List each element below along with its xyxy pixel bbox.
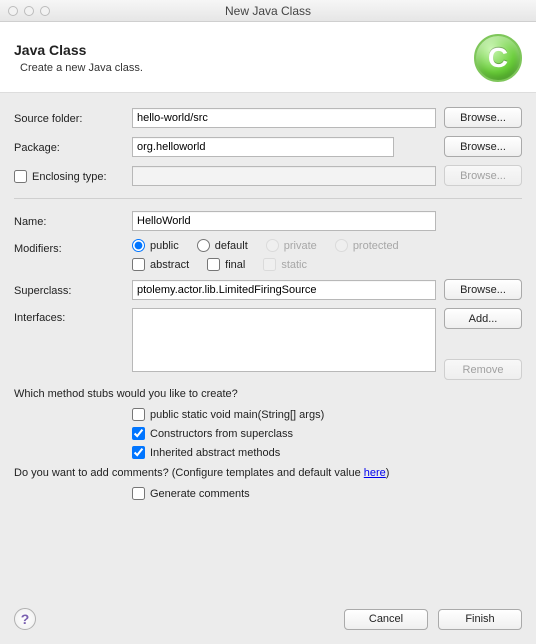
modifier-static: static: [263, 258, 307, 271]
modifier-abstract: abstract: [132, 258, 189, 271]
stub-main-checkbox[interactable]: [132, 408, 145, 421]
generate-comments: Generate comments: [132, 487, 522, 500]
close-window-icon[interactable]: [8, 6, 18, 16]
name-input[interactable]: [132, 211, 436, 231]
modifier-default: default: [197, 239, 248, 252]
superclass-label: Superclass:: [14, 283, 124, 297]
package-browse-button[interactable]: Browse...: [444, 136, 522, 157]
form-area: Source folder: Browse... Package: Browse…: [0, 93, 536, 500]
modifier-protected-radio: [335, 239, 348, 252]
page-title: Java Class: [14, 42, 464, 58]
modifier-default-radio[interactable]: [197, 239, 210, 252]
interfaces-list[interactable]: [132, 308, 436, 372]
page-subtitle: Create a new Java class.: [20, 62, 464, 74]
stub-super-constructors-checkbox[interactable]: [132, 427, 145, 440]
cancel-button[interactable]: Cancel: [344, 609, 428, 630]
interfaces-label: Interfaces:: [14, 308, 124, 324]
superclass-row: Superclass: Browse...: [14, 279, 522, 300]
modifiers-row: Modifiers: public default private protec…: [14, 239, 522, 271]
finish-button[interactable]: Finish: [438, 609, 522, 630]
modifier-private: private: [266, 239, 317, 252]
zoom-window-icon[interactable]: [40, 6, 50, 16]
source-folder-input[interactable]: [132, 108, 436, 128]
enclosing-type-input: [132, 166, 436, 186]
modifier-final-checkbox[interactable]: [207, 258, 220, 271]
modifier-final: final: [207, 258, 245, 271]
modifier-static-checkbox: [263, 258, 276, 271]
dialog-footer: ? Cancel Finish: [14, 608, 522, 630]
source-folder-row: Source folder: Browse...: [14, 107, 522, 128]
class-icon: C: [474, 34, 522, 82]
name-row: Name:: [14, 211, 522, 231]
window-title: New Java Class: [0, 4, 536, 18]
stub-inherited-methods: Inherited abstract methods: [132, 446, 522, 459]
modifier-abstract-checkbox[interactable]: [132, 258, 145, 271]
divider: [14, 198, 522, 199]
source-folder-label: Source folder:: [14, 111, 124, 125]
superclass-browse-button[interactable]: Browse...: [444, 279, 522, 300]
window-controls: [8, 6, 50, 16]
titlebar: New Java Class: [0, 0, 536, 22]
modifiers-label: Modifiers:: [14, 239, 124, 255]
generate-comments-checkbox[interactable]: [132, 487, 145, 500]
enclosing-type-browse-button: Browse...: [444, 165, 522, 186]
modifier-public: public: [132, 239, 179, 252]
minimize-window-icon[interactable]: [24, 6, 34, 16]
modifier-protected: protected: [335, 239, 399, 252]
package-row: Package: Browse...: [14, 136, 522, 157]
package-label: Package:: [14, 140, 124, 154]
modifier-private-radio: [266, 239, 279, 252]
superclass-input[interactable]: [132, 280, 436, 300]
configure-templates-link[interactable]: here: [364, 467, 386, 479]
enclosing-type-checkbox[interactable]: [14, 170, 27, 183]
interfaces-remove-button: Remove: [444, 359, 522, 380]
enclosing-type-row: Enclosing type: Browse...: [14, 165, 522, 186]
enclosing-type-label: Enclosing type:: [32, 171, 107, 183]
stub-inherited-methods-checkbox[interactable]: [132, 446, 145, 459]
stubs-question: Which method stubs would you like to cre…: [14, 388, 522, 400]
stub-main: public static void main(String[] args): [132, 408, 522, 421]
package-input[interactable]: [132, 137, 394, 157]
interfaces-row: Interfaces: Add... Remove: [14, 308, 522, 380]
modifier-public-radio[interactable]: [132, 239, 145, 252]
help-icon[interactable]: ?: [14, 608, 36, 630]
stub-super-constructors: Constructors from superclass: [132, 427, 522, 440]
dialog-header: Java Class Create a new Java class. C: [0, 22, 536, 93]
source-folder-browse-button[interactable]: Browse...: [444, 107, 522, 128]
interfaces-add-button[interactable]: Add...: [444, 308, 522, 329]
name-label: Name:: [14, 214, 124, 228]
comments-question: Do you want to add comments? (Configure …: [14, 467, 522, 479]
